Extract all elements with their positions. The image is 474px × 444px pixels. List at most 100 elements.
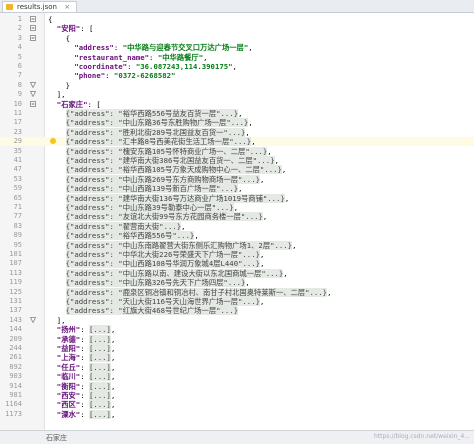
code-line[interactable]: 119 {"address": "中山东路326号先天下广场四层"...}, xyxy=(0,278,474,288)
code-line[interactable]: 41 {"address": "建华南大街386号北国益友百货一、二层"...}… xyxy=(0,156,474,165)
json-key: "西区" xyxy=(56,400,81,410)
code-line[interactable]: 3 { xyxy=(0,34,474,43)
code-line[interactable]: 261 "上海": [...], xyxy=(0,353,474,363)
punctuation: , xyxy=(327,287,332,297)
code-line[interactable]: 892 "任丘": [...], xyxy=(0,362,474,372)
punctuation: ], xyxy=(48,315,66,325)
code-text: {"address": "中山东路326号先天下广场四层"...}, xyxy=(48,278,250,288)
code-text: "承德": [...], xyxy=(48,334,115,344)
code-line[interactable]: 11 {"address": "裕华西路556号益友百货一层"...}, xyxy=(0,109,474,118)
collapsed-array: [...] xyxy=(88,381,111,391)
code-line[interactable]: 59 {"address": "中山西路139号新百广场一层"...}, xyxy=(0,184,474,194)
line-number: 1 xyxy=(17,15,22,23)
code-line[interactable]: 89 {"address": "裕华西路556号"...}, xyxy=(0,231,474,241)
line-number: 244 xyxy=(9,344,22,352)
code-line[interactable]: 29 {"address": "汇丰路8号西美花街生活工场一层"...}, xyxy=(0,137,474,147)
code-line[interactable]: 4 "address": "中华路与迎春节交叉口万达广场一层", xyxy=(0,43,474,52)
line-number: 4 xyxy=(17,43,22,52)
collapsed-array: [...] xyxy=(88,391,111,400)
code-line[interactable]: 107 {"address": "中山西路108号华润万象城4层L440"...… xyxy=(0,259,474,269)
fold-open-icon[interactable] xyxy=(30,34,36,41)
code-line[interactable]: 1173 "溧水": [...], xyxy=(0,409,474,419)
code-line[interactable]: 10 "石家庄": [ xyxy=(0,100,474,109)
line-number: 11 xyxy=(13,109,22,117)
code-line[interactable]: 1164 "西区": [...], xyxy=(0,400,474,410)
code-line[interactable]: 65 {"address": "建华南大街136号万达商业广场1019号商铺".… xyxy=(0,193,474,203)
punctuation: , xyxy=(292,240,297,250)
code-text: {"address": "红旗大街468号世纪广场一层"...} xyxy=(48,306,239,316)
code-line[interactable]: 914 "衡阳": [...], xyxy=(0,381,474,391)
code-line[interactable]: 47 {"address": "裕华西路105号万象天成购物中心一、二层"...… xyxy=(0,165,474,175)
json-key: "上海" xyxy=(56,353,81,363)
collapsed-object: {"address": "槐安东路105号怀特商业广场一、二层"...} xyxy=(65,146,268,156)
code-line[interactable]: 8 } xyxy=(0,81,474,90)
code-line[interactable]: 209 "承德": [...], xyxy=(0,334,474,344)
code-line[interactable]: 17 {"address": "中山东路36号东胜购物广场一层"...}, xyxy=(0,118,474,128)
code-line[interactable]: 113 {"address": "中山东路以南、建设大街以东北国商城一层"...… xyxy=(0,268,474,278)
tab-results-json[interactable]: results.json × xyxy=(2,1,78,12)
code-line[interactable]: 53 {"address": "中山东路269号东方商购物商场一层"...}, xyxy=(0,174,474,184)
fold-open-icon[interactable] xyxy=(30,100,36,107)
punctuation: : xyxy=(149,52,158,62)
editor-tab-bar: results.json × xyxy=(0,0,474,13)
punctuation: : xyxy=(113,43,123,53)
collapsed-array: [...] xyxy=(88,334,111,344)
fold-close-icon[interactable] xyxy=(30,316,36,323)
punctuation: , xyxy=(110,372,116,382)
punctuation: , xyxy=(260,297,265,306)
line-number: 892 xyxy=(9,362,22,371)
line-number: 83 xyxy=(13,221,22,230)
close-tab-icon[interactable]: × xyxy=(64,3,70,11)
code-line[interactable]: 2 "安阳": [ xyxy=(0,24,474,33)
fold-open-icon[interactable] xyxy=(30,16,36,22)
collapsed-object: {"address": "中华北大街226号荣盛天下广场一层"...} xyxy=(65,250,260,259)
line-number: 77 xyxy=(13,212,22,221)
status-bar: 石家庄 https://blog.csdn.net/weixin_4... xyxy=(0,430,474,444)
json-key: "石家庄" xyxy=(56,99,88,109)
code-line[interactable]: 244 "益阳": [...], xyxy=(0,344,474,353)
code-line[interactable]: 77 {"address": "友谊北大街99号东方花园商务楼一层"...}, xyxy=(0,212,474,222)
code-line[interactable]: 9 ], xyxy=(0,90,474,99)
code-line[interactable]: 144 "扬州": [...], xyxy=(0,325,474,335)
code-line[interactable]: 23 {"address": "胜利北街289号北国益友百货一"...}, xyxy=(0,127,474,137)
punctuation: , xyxy=(110,353,116,363)
punctuation: , xyxy=(110,325,116,335)
code-line[interactable]: 5 "restaurant_name": "中华路餐厅", xyxy=(0,53,474,62)
code-line[interactable]: 95 {"address": "中山东南路翟营大街东侧乐汇购物广场1、2层"..… xyxy=(0,240,474,250)
code-line[interactable]: 101 {"address": "中华北大街226号荣盛天下广场一层"...}, xyxy=(0,250,474,259)
code-line[interactable]: 131 {"address": "天山大街116号天山海世界广场一层"...}, xyxy=(0,297,474,306)
code-line[interactable]: 83 {"address": "翟营南大街"...}, xyxy=(0,221,474,231)
punctuation: , xyxy=(110,400,116,410)
code-text: {"address": "胜利北街289号北国益友百货一"...}, xyxy=(48,127,250,137)
breadcrumb[interactable]: 石家庄 xyxy=(46,433,67,443)
punctuation: , xyxy=(110,391,116,400)
code-line[interactable]: 903 "临川": [...], xyxy=(0,372,474,382)
fold-open-icon[interactable] xyxy=(30,25,36,32)
code-line[interactable]: 6 "coordinate": "36.087243,114.390175", xyxy=(0,62,474,71)
code-line[interactable]: 7 "phone": "0372-6268582" xyxy=(0,71,474,80)
code-line[interactable]: 143 ], xyxy=(0,316,474,325)
line-number: 119 xyxy=(9,278,22,287)
fold-close-icon[interactable] xyxy=(30,81,36,88)
code-line[interactable]: 1{ xyxy=(0,15,474,24)
json-key: "临川" xyxy=(56,372,81,382)
code-editor[interactable]: 1{2 "安阳": [3 {4 "address": "中华路与迎春节交叉口万达… xyxy=(0,13,474,430)
punctuation: : xyxy=(80,391,89,400)
code-line[interactable]: 137 {"address": "红旗大街468号世纪广场一层"...} xyxy=(0,306,474,316)
punctuation: : xyxy=(127,62,136,71)
code-text: ], xyxy=(48,316,66,325)
code-text: "石家庄": [ xyxy=(48,100,101,109)
code-line[interactable]: 71 {"address": "中山东路39号勒泰中心一层"...}, xyxy=(0,203,474,212)
fold-close-icon[interactable] xyxy=(30,91,36,98)
code-line[interactable]: 981 "西安": [...], xyxy=(0,391,474,400)
code-line[interactable]: 35 {"address": "槐安东路105号怀特商业广场一、二层"...}, xyxy=(0,146,474,156)
code-line[interactable]: 125 {"address": "鹿泉区铜冶镇和铜冶村、南甘子村北国奥特莱斯一、… xyxy=(0,287,474,297)
